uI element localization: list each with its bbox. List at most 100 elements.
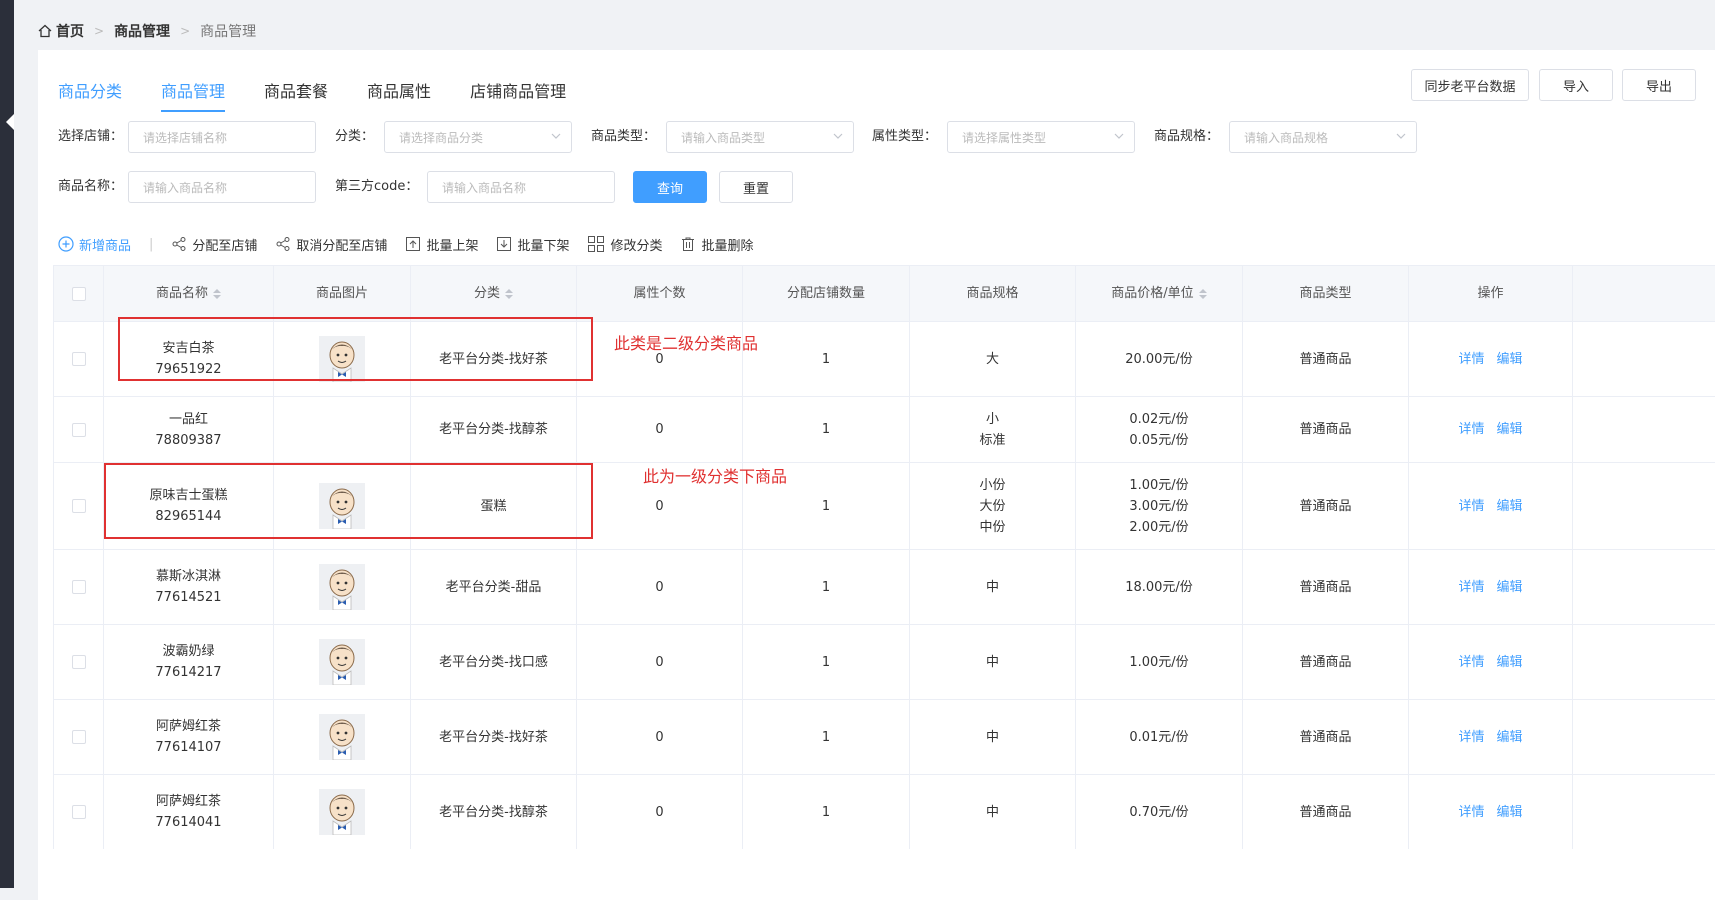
- add-product-button[interactable]: 新增商品: [58, 235, 131, 254]
- price-cell: 0.02元/份 0.05元/份: [1076, 397, 1243, 462]
- share-icon: [172, 237, 186, 251]
- row-checkbox[interactable]: [71, 422, 86, 437]
- reset-button[interactable]: 重置: [719, 171, 793, 203]
- price-item: 1.00元/份: [1129, 654, 1189, 670]
- tab-attributes[interactable]: 商品属性: [367, 78, 431, 112]
- collapse-arrow-icon[interactable]: [6, 114, 14, 130]
- category-cell: 老平台分类-找口感: [411, 625, 577, 699]
- row-checkbox[interactable]: [71, 499, 86, 513]
- table-row: 一品红 78809387 老平台分类-找醇茶 0 1 小标准 0.02元/份 0.05元/份 普…: [54, 396, 1715, 462]
- store-count-cell: 1: [743, 550, 910, 624]
- sort-icon[interactable]: [1198, 288, 1207, 299]
- header-price[interactable]: 商品价格/单位: [1076, 266, 1243, 321]
- edit-link[interactable]: 编辑: [1497, 349, 1523, 370]
- tab-store-products[interactable]: 店铺商品管理: [470, 78, 566, 112]
- spec-item: 中: [985, 579, 999, 595]
- batch-down-label: 批量下架: [517, 238, 570, 254]
- tab-bar: 商品分类 商品管理 商品套餐 商品属性 店铺商品管理: [58, 78, 605, 112]
- product-name: 慕斯冰淇淋: [155, 569, 221, 584]
- code-label: 第三方code：: [335, 179, 419, 194]
- sort-icon[interactable]: [505, 288, 513, 299]
- table-header: 商品名称 商品图片 分类 属性个数 分配店铺数量 商品规格 商品价格/单位 商品…: [54, 266, 1715, 321]
- edit-link[interactable]: 编辑: [1497, 652, 1523, 673]
- store-count-cell: 1: [743, 397, 910, 462]
- edit-link[interactable]: 编辑: [1497, 577, 1523, 598]
- product-code: 77614217: [155, 665, 222, 680]
- edit-category-button[interactable]: 修改分类: [587, 235, 662, 254]
- attr-type-placeholder: 请选择属性类型: [962, 130, 1047, 145]
- name-input[interactable]: 请输入商品名称: [128, 171, 316, 203]
- edit-link[interactable]: 编辑: [1497, 496, 1523, 517]
- sync-button[interactable]: 同步老平台数据: [1411, 69, 1529, 101]
- product-category: 老平台分类-甜品: [445, 579, 542, 595]
- detail-link[interactable]: 详情: [1458, 496, 1484, 517]
- product-type-select[interactable]: 请输入商品类型: [666, 121, 854, 153]
- price-item: 0.70元/份: [1129, 804, 1189, 820]
- row-checkbox[interactable]: [71, 805, 86, 819]
- header-type: 商品类型: [1243, 266, 1409, 321]
- share-icon: [276, 237, 290, 251]
- store-input[interactable]: 请选择店铺名称: [128, 121, 316, 153]
- tab-package[interactable]: 商品套餐: [264, 78, 328, 112]
- edit-link[interactable]: 编辑: [1497, 419, 1523, 440]
- header-type-label: 商品类型: [1299, 286, 1352, 301]
- spec-item: 中: [985, 654, 999, 670]
- row-checkbox[interactable]: [71, 730, 86, 744]
- header-image-label: 商品图片: [315, 286, 368, 301]
- import-button[interactable]: 导入: [1539, 69, 1613, 101]
- detail-link[interactable]: 详情: [1458, 419, 1484, 440]
- edit-link[interactable]: 编辑: [1497, 802, 1523, 823]
- category-select[interactable]: 请选择商品分类: [384, 121, 572, 153]
- category-cell: 老平台分类-甜品: [411, 550, 577, 624]
- attr-count: 0: [655, 498, 664, 514]
- sort-icon[interactable]: [213, 288, 221, 299]
- home-icon: [38, 24, 52, 38]
- store-count: 1: [821, 729, 831, 745]
- attr-type-select[interactable]: 请选择属性类型: [947, 121, 1135, 153]
- breadcrumb-home[interactable]: 首页: [56, 21, 84, 41]
- price-cell: 0.70元/份: [1076, 775, 1243, 849]
- top-button-group: 同步老平台数据 导入 导出: [1411, 69, 1696, 101]
- name-cell: 慕斯冰淇淋 77614521: [104, 550, 274, 624]
- ops-cell: 详情 编辑: [1409, 463, 1573, 549]
- detail-link[interactable]: 详情: [1458, 652, 1484, 673]
- code-input[interactable]: 请输入商品名称: [427, 171, 615, 203]
- row-checkbox[interactable]: [71, 352, 86, 366]
- row-checkbox[interactable]: [71, 580, 86, 594]
- name-cell: 一品红 78809387: [104, 397, 274, 462]
- detail-link[interactable]: 详情: [1458, 802, 1484, 823]
- batch-down-button[interactable]: 批量下架: [496, 235, 569, 254]
- store-count: 1: [821, 804, 831, 820]
- assign-store-button[interactable]: 分配至店铺: [171, 235, 257, 254]
- edit-link[interactable]: 编辑: [1497, 727, 1523, 748]
- plus-circle-icon: [58, 236, 74, 252]
- type-cell: 普通商品: [1243, 625, 1409, 699]
- detail-link[interactable]: 详情: [1458, 577, 1484, 598]
- store-count-cell: 1: [743, 625, 910, 699]
- detail-link[interactable]: 详情: [1458, 349, 1484, 370]
- detail-link[interactable]: 详情: [1458, 727, 1484, 748]
- table-row: 慕斯冰淇淋 77614521 老平台分类-甜品 0 1 中 18.00元/份 普通商品 详情 编辑: [54, 549, 1715, 624]
- select-all-checkbox[interactable]: [71, 286, 86, 301]
- breadcrumb-product-mgmt[interactable]: 商品管理: [114, 21, 170, 41]
- header-name[interactable]: 商品名称: [104, 266, 274, 321]
- tab-category[interactable]: 商品分类: [58, 78, 122, 112]
- store-count: 1: [821, 654, 831, 670]
- spec-select[interactable]: 请输入商品规格: [1229, 121, 1417, 153]
- unassign-store-button[interactable]: 取消分配至店铺: [275, 235, 387, 254]
- row-checkbox[interactable]: [71, 655, 86, 669]
- image-cell: [274, 775, 411, 849]
- header-category[interactable]: 分类: [411, 266, 577, 321]
- batch-up-button[interactable]: 批量上架: [405, 235, 478, 254]
- price-item: 1.00元/份: [1129, 477, 1189, 493]
- type-cell: 普通商品: [1243, 550, 1409, 624]
- product-category: 老平台分类-找好茶: [439, 729, 548, 745]
- type-cell: 普通商品: [1243, 397, 1409, 462]
- export-button[interactable]: 导出: [1622, 69, 1696, 101]
- tab-product-mgmt[interactable]: 商品管理: [161, 78, 226, 112]
- attr-count: 0: [655, 654, 664, 670]
- batch-delete-button[interactable]: 批量删除: [680, 235, 754, 254]
- query-button[interactable]: 查询: [633, 171, 707, 203]
- type-cell: 普通商品: [1243, 700, 1409, 774]
- spec-cell: 中: [910, 700, 1076, 774]
